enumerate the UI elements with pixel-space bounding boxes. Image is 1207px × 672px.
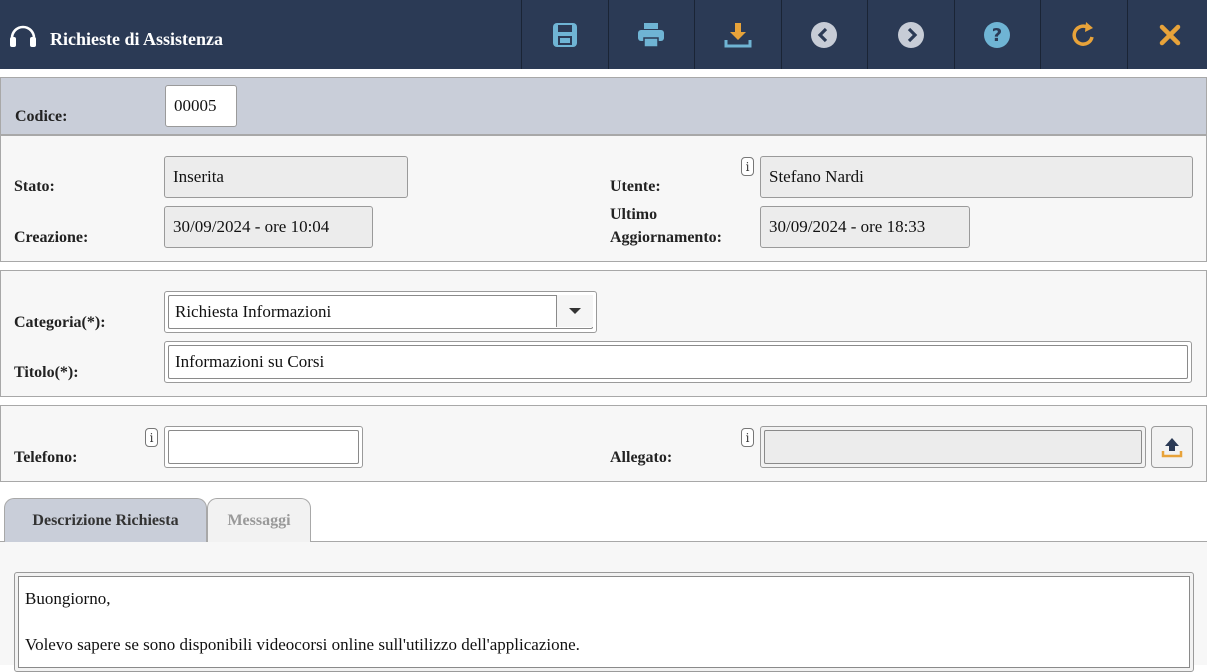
allegato-label: Allegato: [610, 449, 672, 467]
stato-label: Stato: [14, 178, 55, 196]
app-header: Richieste di Assistenza [0, 0, 1207, 69]
save-button[interactable] [521, 0, 608, 69]
chevron-right-icon [896, 20, 926, 50]
refresh-button[interactable] [1040, 0, 1127, 69]
print-button[interactable] [608, 0, 695, 69]
close-icon [1155, 20, 1185, 50]
description-line-1: Buongiorno, [25, 587, 1183, 610]
description-line-2: Volevo sapere se sono disponibili videoc… [25, 633, 1183, 656]
description-textarea[interactable]: Buongiorno, Volevo sapere se sono dispon… [14, 572, 1194, 672]
tab-descrizione[interactable]: Descrizione Richiesta [4, 498, 207, 542]
upload-icon [1160, 435, 1184, 459]
telefono-info-icon[interactable]: i [145, 428, 158, 447]
download-icon [723, 20, 753, 50]
toolbar: ? [521, 0, 1207, 69]
stato-field: Inserita [164, 156, 408, 198]
chevron-down-icon[interactable] [556, 295, 593, 327]
code-label: Codice: [15, 108, 67, 126]
categoria-select[interactable]: Richiesta Informazioni [164, 291, 597, 333]
refresh-icon [1069, 20, 1099, 50]
ultimo-field: 30/09/2024 - ore 18:33 [760, 206, 970, 248]
categoria-value: Richiesta Informazioni [168, 295, 593, 329]
help-button[interactable]: ? [954, 0, 1041, 69]
close-button[interactable] [1127, 0, 1207, 69]
question-icon: ? [982, 20, 1012, 50]
titolo-input[interactable]: Informazioni su Corsi [164, 341, 1192, 383]
next-button[interactable] [867, 0, 954, 69]
tab-messaggi[interactable]: Messaggi [207, 498, 311, 542]
save-icon [550, 20, 580, 50]
utente-field: Stefano Nardi [760, 156, 1193, 198]
allegato-input[interactable] [760, 426, 1146, 468]
allegato-info-icon[interactable]: i [741, 428, 754, 447]
categoria-label: Categoria(*): [14, 314, 106, 332]
description-blank-line [25, 610, 1183, 633]
telefono-input[interactable] [164, 426, 363, 468]
download-button[interactable] [694, 0, 781, 69]
titolo-value: Informazioni su Corsi [168, 345, 1188, 379]
svg-text:?: ? [992, 25, 1002, 46]
code-field: 00005 [165, 85, 237, 127]
description-content: Buongiorno, Volevo sapere se sono dispon… [18, 576, 1190, 668]
ultimo-label-line2: Aggiornamento: [610, 229, 722, 247]
utente-info-icon[interactable]: i [741, 157, 754, 176]
chevron-left-icon [809, 20, 839, 50]
creazione-label: Creazione: [14, 229, 88, 247]
creazione-field: 30/09/2024 - ore 10:04 [164, 206, 373, 248]
titolo-label: Titolo(*): [14, 364, 79, 382]
headset-icon [7, 20, 39, 52]
telefono-label: Telefono: [14, 449, 77, 467]
page-title: Richieste di Assistenza [50, 29, 223, 50]
print-icon [636, 20, 666, 50]
telefono-value [168, 430, 359, 464]
allegato-value [764, 430, 1142, 464]
previous-button[interactable] [781, 0, 868, 69]
upload-button[interactable] [1151, 426, 1193, 468]
ultimo-label-line1: Ultimo [610, 206, 657, 224]
utente-label: Utente: [610, 178, 661, 196]
